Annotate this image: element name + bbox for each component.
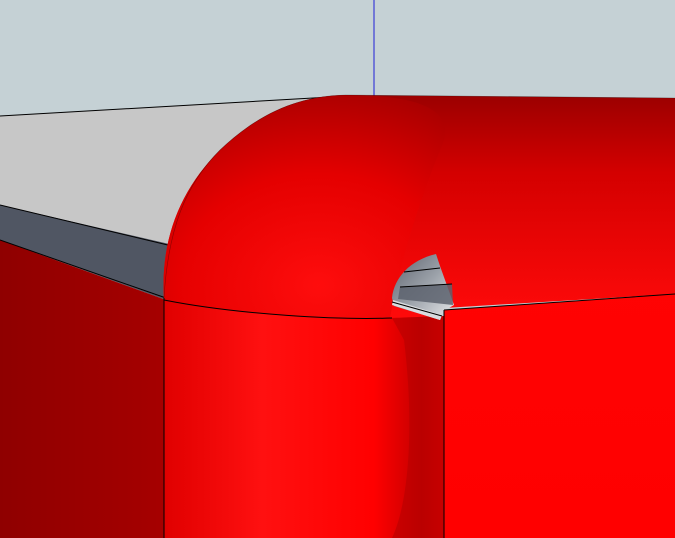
cad-3d-viewport[interactable] [0,0,675,538]
model-canvas[interactable] [0,0,675,538]
